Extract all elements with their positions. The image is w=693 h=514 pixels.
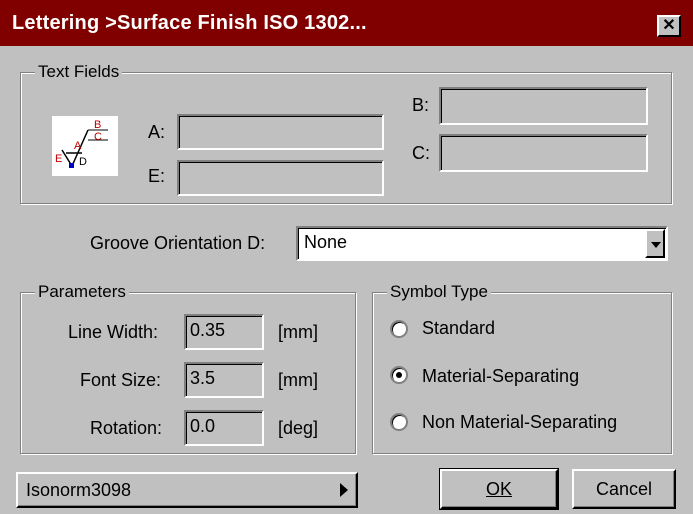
groove-orientation-select[interactable]: None	[296, 226, 668, 261]
field-b-label: B:	[412, 95, 430, 115]
field-e-label: E:	[148, 166, 166, 186]
field-b-input[interactable]	[439, 87, 648, 125]
window-title: Lettering >Surface Finish ISO 1302...	[12, 12, 367, 34]
font-menu-label: Isonorm3098	[26, 480, 132, 500]
line-width-unit: [mm]	[278, 322, 318, 342]
svg-text:C: C	[94, 131, 102, 143]
symbol-type-legend: Symbol Type	[387, 282, 491, 302]
svg-text:A: A	[74, 140, 82, 152]
groove-orientation-value: None	[304, 232, 348, 252]
ok-button[interactable]: OK	[439, 468, 559, 510]
rotation-unit: [deg]	[278, 418, 319, 438]
field-c-label: C:	[412, 143, 430, 163]
dialog-window: Lettering >Surface Finish ISO 1302... ✕ …	[0, 0, 693, 514]
font-size-label: Font Size:	[80, 370, 162, 390]
svg-text:D: D	[79, 156, 87, 168]
radio-non-material-separating-label[interactable]: Non Material-Separating	[422, 412, 617, 433]
close-button[interactable]: ✕	[657, 15, 681, 37]
font-size-unit: [mm]	[278, 370, 318, 390]
line-width-input[interactable]: 0.35	[184, 314, 264, 350]
svg-text:E: E	[55, 153, 62, 165]
close-icon: ✕	[662, 17, 676, 34]
field-c-input[interactable]	[439, 134, 648, 172]
rotation-label: Rotation:	[90, 418, 163, 438]
parameters-legend: Parameters	[35, 282, 129, 302]
title-bar[interactable]: Lettering >Surface Finish ISO 1302... ✕	[0, 0, 693, 46]
radio-standard[interactable]	[390, 320, 408, 338]
radio-standard-label[interactable]: Standard	[422, 318, 495, 339]
svg-text:B: B	[94, 119, 101, 131]
field-e-input[interactable]	[177, 160, 384, 196]
groove-orientation-label: Groove Orientation D:	[90, 233, 266, 253]
surface-finish-symbol-icon: A B C E D	[52, 116, 118, 176]
radio-non-material-separating[interactable]	[390, 413, 408, 431]
font-size-input[interactable]: 3.5	[184, 362, 264, 398]
ok-button-label: OK	[485, 478, 512, 499]
cancel-button-label: Cancel	[595, 478, 653, 499]
rotation-input[interactable]: 0.0	[184, 410, 264, 446]
font-menu-button[interactable]: Isonorm3098	[16, 472, 358, 508]
chevron-right-icon	[340, 483, 348, 497]
field-a-label: A:	[148, 122, 166, 142]
text-fields-legend: Text Fields	[35, 62, 123, 82]
cancel-button[interactable]: Cancel	[572, 469, 676, 509]
field-a-input[interactable]	[177, 114, 384, 150]
chevron-down-icon[interactable]	[645, 229, 665, 258]
line-width-label: Line Width:	[68, 322, 159, 342]
radio-material-separating[interactable]	[390, 366, 408, 384]
radio-material-separating-label[interactable]: Material-Separating	[422, 366, 579, 387]
